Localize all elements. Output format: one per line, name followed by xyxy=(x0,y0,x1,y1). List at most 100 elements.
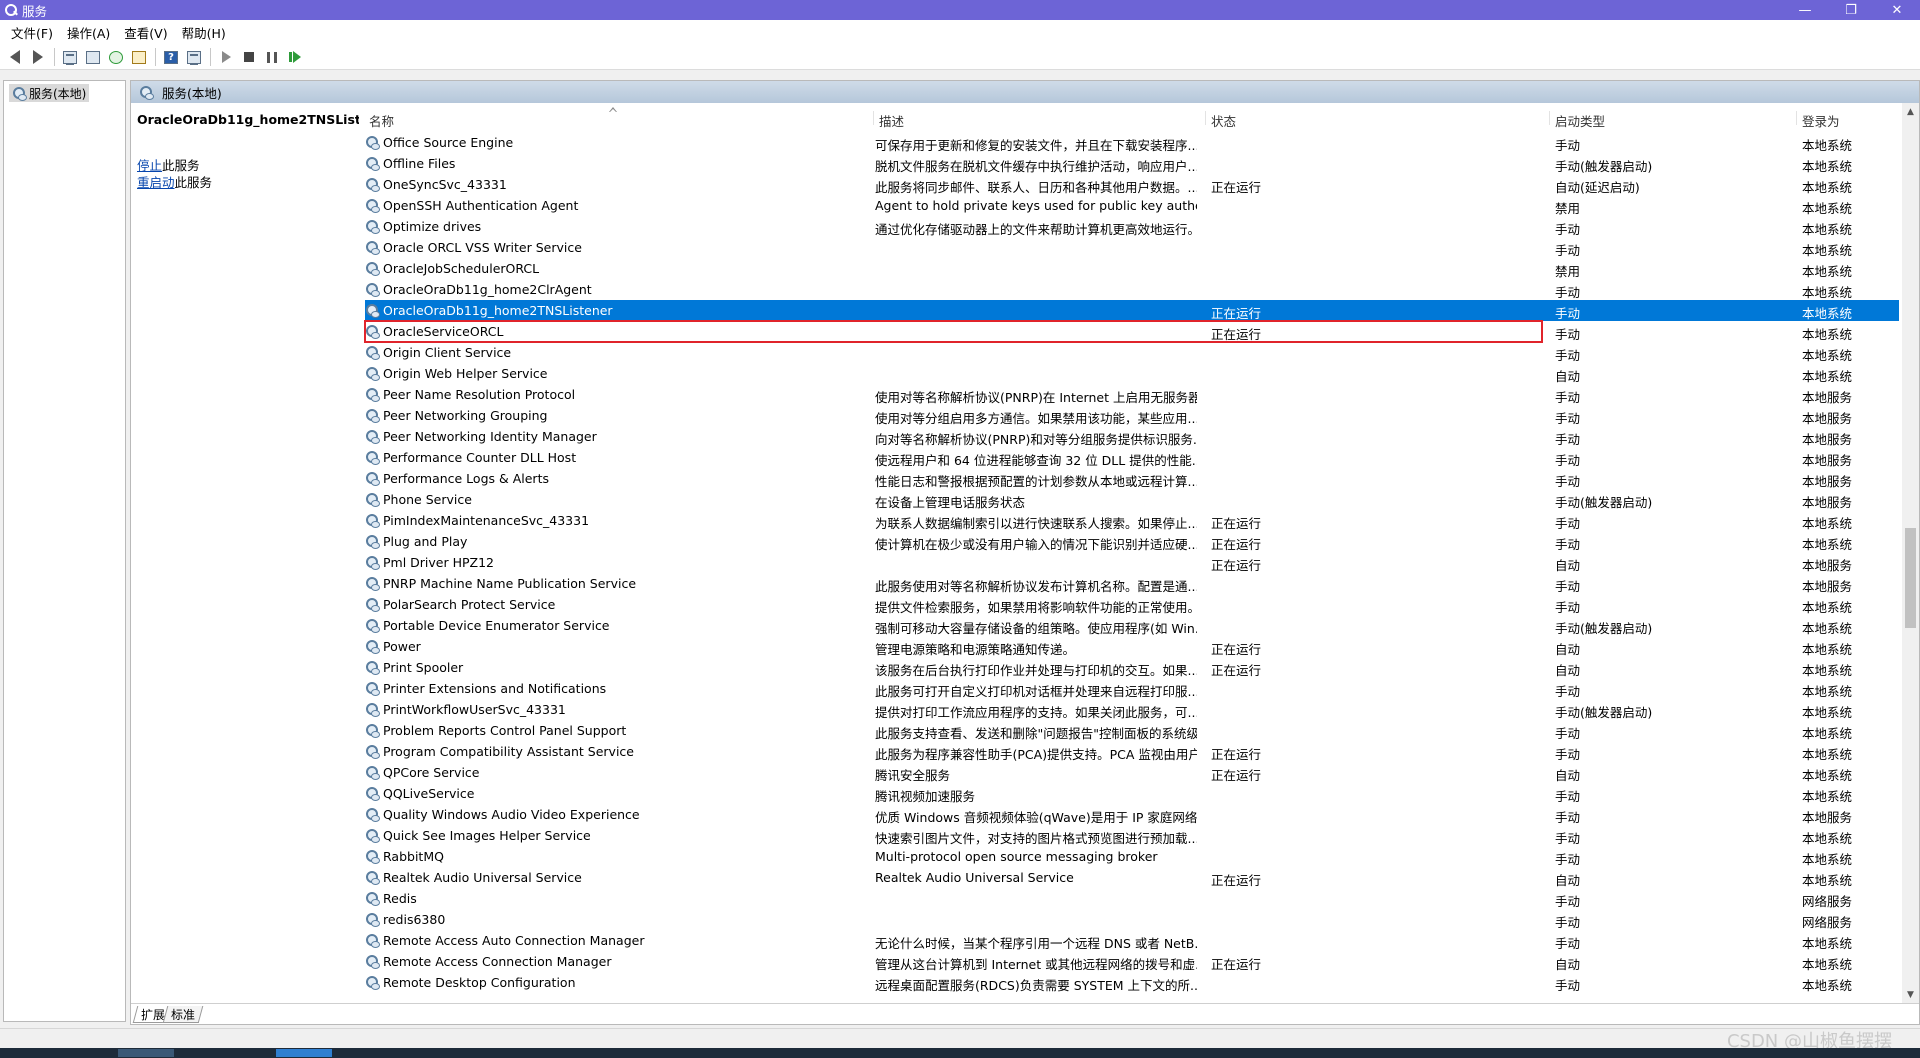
service-logon-cell: 本地系统 xyxy=(1802,936,1853,951)
services-icon xyxy=(139,85,154,100)
restore-button[interactable]: ❐ xyxy=(1828,0,1874,20)
table-row[interactable]: OracleJobSchedulerORCL 禁用 本地系统 xyxy=(365,258,1899,279)
column-divider[interactable] xyxy=(1205,111,1206,125)
table-row[interactable]: PNRP Machine Name Publication Service 此服务… xyxy=(365,573,1899,594)
back-icon[interactable] xyxy=(4,46,26,68)
table-row[interactable]: Power 管理电源策略和电源策略通知传递。 正在运行 自动 本地系统 xyxy=(365,636,1899,657)
taskbar xyxy=(0,1048,1920,1058)
table-row[interactable]: Performance Counter DLL Host 使远程用户和 64 位进… xyxy=(365,447,1899,468)
table-row[interactable]: Office Source Engine 可保存用于更新和修复的安装文件，并且在下… xyxy=(365,132,1899,153)
table-row[interactable]: Phone Service 在设备上管理电话服务状态 手动(触发器启动) 本地服务 xyxy=(365,489,1899,510)
forward-icon[interactable] xyxy=(27,46,49,68)
column-divider[interactable] xyxy=(1796,111,1797,125)
stop-service-icon[interactable] xyxy=(238,46,260,68)
sort-ascending-icon xyxy=(609,107,617,112)
table-row[interactable]: Print Spooler 该服务在后台执行打印作业并处理与打印机的交互。如果..… xyxy=(365,657,1899,678)
table-row[interactable]: Quick See Images Helper Service 快速索引图片文件，… xyxy=(365,825,1899,846)
show-hide-action-pane-icon[interactable] xyxy=(183,46,205,68)
table-row[interactable]: Remote Access Connection Manager 管理从这台计算机… xyxy=(365,951,1899,972)
table-row[interactable]: Origin Client Service 手动 本地系统 xyxy=(365,342,1899,363)
menu-action[interactable]: 操作(A) xyxy=(60,23,117,42)
service-description-cell: 使用对等名称解析协议(PNRP)在 Internet 上启用无服务器... xyxy=(875,390,1197,405)
column-header-log-on-as[interactable]: 登录为 xyxy=(1802,111,1840,130)
table-row[interactable]: OracleOraDb11g_home2ClrAgent 手动 本地系统 xyxy=(365,279,1899,300)
table-row[interactable]: OneSyncSvc_43331 此服务将同步邮件、联系人、日历和各种其他用户数据… xyxy=(365,174,1899,195)
table-row[interactable]: Printer Extensions and Notifications 此服务可… xyxy=(365,678,1899,699)
service-logon-cell: 本地系统 xyxy=(1802,306,1853,321)
table-row[interactable]: Remote Desktop Configuration 远程桌面配置服务(RDC… xyxy=(365,972,1899,993)
table-row[interactable]: Offline Files 脱机文件服务在脱机文件缓存中执行维护活动，响应用户..… xyxy=(365,153,1899,174)
column-header-status[interactable]: 状态 xyxy=(1211,111,1236,130)
taskbar-app[interactable] xyxy=(118,1049,174,1057)
service-gear-icon xyxy=(365,156,380,171)
column-header-description[interactable]: 描述 xyxy=(879,111,904,130)
show-console-tree-icon[interactable] xyxy=(59,46,81,68)
table-row[interactable]: OpenSSH Authentication Agent Agent to hol… xyxy=(365,195,1899,216)
service-logon-cell: 本地系统 xyxy=(1802,642,1853,657)
table-row[interactable]: QPCore Service 腾讯安全服务 正在运行 自动 本地系统 xyxy=(365,762,1899,783)
minimize-button[interactable]: — xyxy=(1782,0,1828,20)
table-row[interactable]: Oracle ORCL VSS Writer Service 手动 本地系统 xyxy=(365,237,1899,258)
service-name-cell: OracleOraDb11g_home2TNSListener xyxy=(383,303,613,318)
table-row[interactable]: Problem Reports Control Panel Support 此服务… xyxy=(365,720,1899,741)
restart-service-link[interactable]: 重启动 xyxy=(137,175,175,190)
taskbar-app-active[interactable] xyxy=(276,1049,332,1057)
table-row[interactable]: Realtek Audio Universal Service Realtek A… xyxy=(365,867,1899,888)
table-row[interactable]: Peer Networking Identity Manager 向对等名称解析协… xyxy=(365,426,1899,447)
table-row[interactable]: OracleOraDb11g_home2TNSListener 正在运行 手动 本地系… xyxy=(365,300,1899,321)
table-row[interactable]: PrintWorkflowUserSvc_43331 提供对打印工作流应用程序的支… xyxy=(365,699,1899,720)
table-row[interactable]: OracleServiceORCL 正在运行 手动 本地系统 xyxy=(364,320,1852,343)
service-gear-icon xyxy=(365,177,380,192)
service-startup-type-cell: 手动 xyxy=(1555,306,1581,321)
pause-service-icon[interactable] xyxy=(261,46,283,68)
service-description-cell: 在设备上管理电话服务状态 xyxy=(875,495,1026,510)
table-row[interactable]: PolarSearch Protect Service 提供文件检索服务，如果禁用… xyxy=(365,594,1899,615)
menu-view[interactable]: 查看(V) xyxy=(117,23,174,42)
start-service-icon[interactable] xyxy=(215,46,237,68)
table-row[interactable]: Remote Access Auto Connection Manager 无论什… xyxy=(365,930,1899,951)
service-logon-cell: 本地服务 xyxy=(1802,579,1853,594)
service-startup-type-cell: 手动 xyxy=(1555,432,1581,447)
stop-service-link[interactable]: 停止 xyxy=(137,158,162,173)
scroll-down-icon[interactable]: ▼ xyxy=(1902,986,1919,1003)
scrollbar-thumb[interactable] xyxy=(1905,528,1916,628)
service-logon-cell: 本地系统 xyxy=(1802,222,1853,237)
service-description-cell: 此服务支持查看、发送和删除"问题报告"控制面板的系统级... xyxy=(875,726,1197,741)
table-row[interactable]: Peer Name Resolution Protocol 使用对等名称解析协议(… xyxy=(365,384,1899,405)
column-divider[interactable] xyxy=(873,111,874,125)
export-list-icon[interactable] xyxy=(128,46,150,68)
menu-file[interactable]: 文件(F) xyxy=(4,23,60,42)
table-row[interactable]: Program Compatibility Assistant Service 此… xyxy=(365,741,1899,762)
close-button[interactable]: ✕ xyxy=(1874,0,1920,20)
table-row[interactable]: Optimize drives 通过优化存储驱动器上的文件来帮助计算机更高效地运行… xyxy=(365,216,1899,237)
column-header-startup-type[interactable]: 启动类型 xyxy=(1555,111,1605,130)
tab-standard[interactable]: 标准 xyxy=(162,1006,204,1023)
menu-help[interactable]: 帮助(H) xyxy=(175,23,233,42)
vertical-scrollbar[interactable]: ▲ ▼ xyxy=(1902,103,1919,1003)
table-row[interactable]: Peer Networking Grouping 使用对等分组启用多方通信。如果禁… xyxy=(365,405,1899,426)
table-row[interactable]: Plug and Play 使计算机在极少或没有用户输入的情况下能识别并适应硬..… xyxy=(365,531,1899,552)
refresh-icon[interactable] xyxy=(105,46,127,68)
help-icon[interactable]: ? xyxy=(160,46,182,68)
scroll-up-icon[interactable]: ▲ xyxy=(1902,103,1919,120)
table-row[interactable]: PimIndexMaintenanceSvc_43331 为联系人数据编制索引以进… xyxy=(365,510,1899,531)
column-header-name[interactable]: 名称 xyxy=(369,111,394,130)
service-name-cell: Plug and Play xyxy=(383,534,468,549)
service-name-cell: Oracle ORCL VSS Writer Service xyxy=(383,240,582,255)
table-row[interactable]: Portable Device Enumerator Service 强制可移动大… xyxy=(365,615,1899,636)
table-row[interactable]: Origin Web Helper Service 自动 本地系统 xyxy=(365,363,1899,384)
service-gear-icon xyxy=(365,954,380,969)
service-logon-cell: 本地系统 xyxy=(1802,831,1853,846)
properties-icon[interactable] xyxy=(82,46,104,68)
service-logon-cell: 本地系统 xyxy=(1802,789,1853,804)
table-row[interactable]: Performance Logs & Alerts 性能日志和警报根据预配置的计划… xyxy=(365,468,1899,489)
table-row[interactable]: Redis 手动 网络服务 xyxy=(365,888,1899,909)
table-row[interactable]: QQLiveService 腾讯视频加速服务 手动 本地系统 xyxy=(365,783,1899,804)
column-divider[interactable] xyxy=(1549,111,1550,125)
restart-service-icon[interactable] xyxy=(284,46,306,68)
table-row[interactable]: redis6380 手动 网络服务 xyxy=(365,909,1899,930)
tree-item-services-local[interactable]: 服务(本地) xyxy=(9,84,90,102)
table-row[interactable]: RabbitMQ Multi-protocol open source messa… xyxy=(365,846,1899,867)
table-row[interactable]: Quality Windows Audio Video Experience 优质… xyxy=(365,804,1899,825)
table-row[interactable]: Pml Driver HPZ12 正在运行 自动 本地服务 xyxy=(365,552,1899,573)
